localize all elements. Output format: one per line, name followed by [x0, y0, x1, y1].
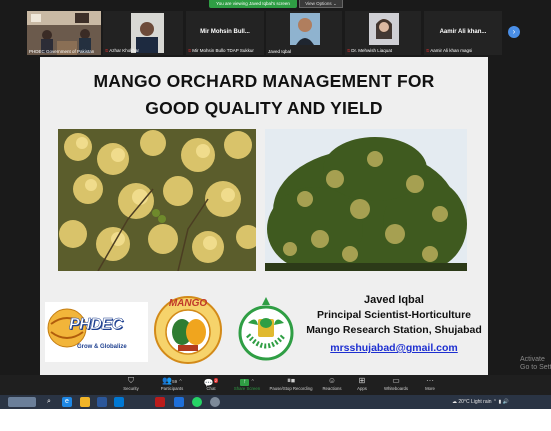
view-options-label: View Options [305, 1, 332, 6]
pdf-reader-icon[interactable] [155, 397, 165, 407]
mango-research-station-logo [236, 295, 296, 361]
word-icon[interactable] [97, 397, 107, 407]
chat-badge: 2 [213, 378, 219, 383]
meeting-toolbar: ⛉ Security 👥59 ^ Participants 💬2 Chat ↑ … [0, 375, 551, 395]
slide-title-line2: GOOD QUALITY AND YIELD [145, 98, 383, 118]
presenter-email-link[interactable]: mrsshujabad@gmail.com [304, 341, 484, 356]
watermark-line2: Go to Settings [520, 364, 551, 371]
apps-label: Apps [357, 386, 367, 391]
participant-tile[interactable]: Mir Mohsin Bull... ⦸Mir Mohsin Bullo TDA… [186, 11, 264, 55]
taskbar-thumbnail[interactable] [8, 397, 36, 407]
presenter-info: Javed Iqbal Principal Scientist-Horticul… [304, 293, 484, 356]
whiteboards-button[interactable]: ▭ Whiteboards [381, 376, 411, 391]
apps-button[interactable]: ⊞ Apps [352, 376, 372, 391]
weather-text: 20°C Light rain [458, 399, 492, 405]
participant-name: Aamir Ali khan magsi [430, 48, 473, 53]
participant-name: Javed Iqbal [268, 49, 292, 54]
participants-label: Participants [160, 386, 184, 391]
chevron-up-icon[interactable]: ⌃ [493, 399, 497, 405]
system-tray: ☁ 20°C Light rain ⌃ ▮ 🔊 [452, 397, 509, 407]
participants-icon: 👥59 ^ [162, 376, 182, 385]
chevron-up-icon: ^ [179, 379, 182, 385]
mic-muted-icon: ⦸ [105, 48, 109, 54]
weather-icon: ☁ [452, 399, 457, 405]
share-screen-icon: ↑ [240, 379, 250, 386]
app-icon[interactable] [210, 397, 220, 407]
participant-tile[interactable]: ⦸Azhar Khokhar [103, 11, 183, 55]
share-screen-label: Share Screen [233, 386, 261, 391]
more-label: More [425, 386, 435, 391]
chevron-up-icon: ^ [251, 379, 254, 385]
chat-icon: 💬2 [203, 378, 219, 388]
view-options-button[interactable]: View Options ⌄ [299, 0, 343, 8]
share-screen-button[interactable]: ↑ ^ Share Screen [231, 376, 263, 391]
reactions-label: Reactions [322, 386, 342, 391]
file-explorer-icon[interactable] [80, 397, 90, 407]
network-icon[interactable]: ▮ [499, 399, 502, 405]
participant-strip: PHDEC Government of Pakistan ⦸Azhar Khok… [0, 9, 551, 57]
mic-muted-icon: ⦸ [347, 48, 351, 54]
windows-activation-watermark: Activate Go to Settings [520, 356, 551, 372]
participant-name: Mir Mohsin Bullo TDAP Sukkur [192, 48, 254, 53]
reactions-icon: ☺ [327, 376, 337, 385]
more-button[interactable]: ··· More [420, 376, 440, 391]
participant-name: Dr. Mehwish Liaquat [351, 48, 393, 53]
participant-tile[interactable]: ⦸Dr. Mehwish Liaquat [345, 11, 421, 55]
reactions-button[interactable]: ☺ Reactions [320, 376, 344, 391]
zoom-icon[interactable] [174, 397, 184, 407]
more-icon: ··· [426, 376, 434, 385]
presenter-organization: Mango Research Station, Shujabad [306, 324, 482, 336]
shield-icon: ⛉ [128, 376, 134, 385]
security-button[interactable]: ⛉ Security [119, 376, 143, 391]
participant-display-name: Aamir Ali khan... [439, 29, 487, 35]
chat-label: Chat [206, 386, 216, 391]
whatsapp-icon[interactable] [192, 397, 202, 407]
recording-icon: ⏸⏹ [287, 376, 295, 385]
shared-slide: MANGO ORCHARD MANAGEMENT FOR GOOD QUALIT… [40, 57, 488, 375]
viewing-indicator: You are viewing Javed Iqbal's screen [209, 0, 297, 8]
slide-title-line1: MANGO ORCHARD MANAGEMENT FOR [93, 71, 435, 91]
phdec-logo: PHDEC Grow & Globalize [45, 302, 148, 362]
recording-label: Pause/Stop Recording [269, 386, 313, 391]
participant-name: PHDEC Government of Pakistan [29, 49, 95, 54]
participant-count: 59 [172, 379, 178, 384]
windows-taskbar: ⌕ e ☁ 20°C Light rain ⌃ ▮ 🔊 [0, 395, 551, 409]
mic-muted-icon: ⦸ [426, 48, 430, 54]
participant-display-name: Mir Mohsin Bull... [200, 29, 250, 35]
search-icon[interactable]: ⌕ [44, 397, 54, 407]
next-page-icon[interactable]: › [508, 26, 520, 38]
apps-icon: ⊞ [358, 376, 366, 385]
mango-research-institute-logo: MANGO [152, 292, 224, 364]
watermark-line1: Activate [520, 356, 545, 363]
participant-tile[interactable]: Javed Iqbal [266, 11, 342, 55]
whiteboards-label: Whiteboards [383, 386, 409, 391]
presenter-name: Javed Iqbal [364, 294, 424, 306]
participant-tile[interactable]: Aamir Ali khan... ⦸Aamir Ali khan magsi [424, 11, 502, 55]
presenter-title: Principal Scientist-Horticulture [316, 309, 472, 321]
participant-name: Azhar Khokhar [109, 48, 140, 53]
screen-share-banner: You are viewing Javed Iqbal's screen Vie… [0, 0, 551, 9]
zoom-meeting-window: You are viewing Javed Iqbal's screen Vie… [0, 0, 551, 409]
security-label: Security [123, 386, 139, 391]
mango-tree-photo [265, 129, 467, 271]
participants-button[interactable]: 👥59 ^ Participants [154, 376, 190, 391]
chat-button[interactable]: 💬2 Chat [199, 376, 223, 391]
volume-icon[interactable]: 🔊 [503, 399, 509, 405]
edge-icon[interactable]: e [62, 397, 72, 407]
mic-muted-icon: ⦸ [188, 48, 192, 54]
whiteboard-icon: ▭ [392, 376, 400, 385]
phdec-name: PHDEC [69, 316, 124, 334]
chevron-down-icon: ⌄ [332, 1, 337, 6]
mri-top-text: MANGO [169, 298, 208, 309]
recording-button[interactable]: ⏸⏹ Pause/Stop Recording [268, 376, 314, 391]
participant-tile[interactable]: PHDEC Government of Pakistan [27, 11, 101, 55]
mail-icon[interactable] [114, 397, 124, 407]
phdec-tagline: Grow & Globalize [77, 344, 127, 350]
mango-flower-photo [58, 129, 256, 271]
